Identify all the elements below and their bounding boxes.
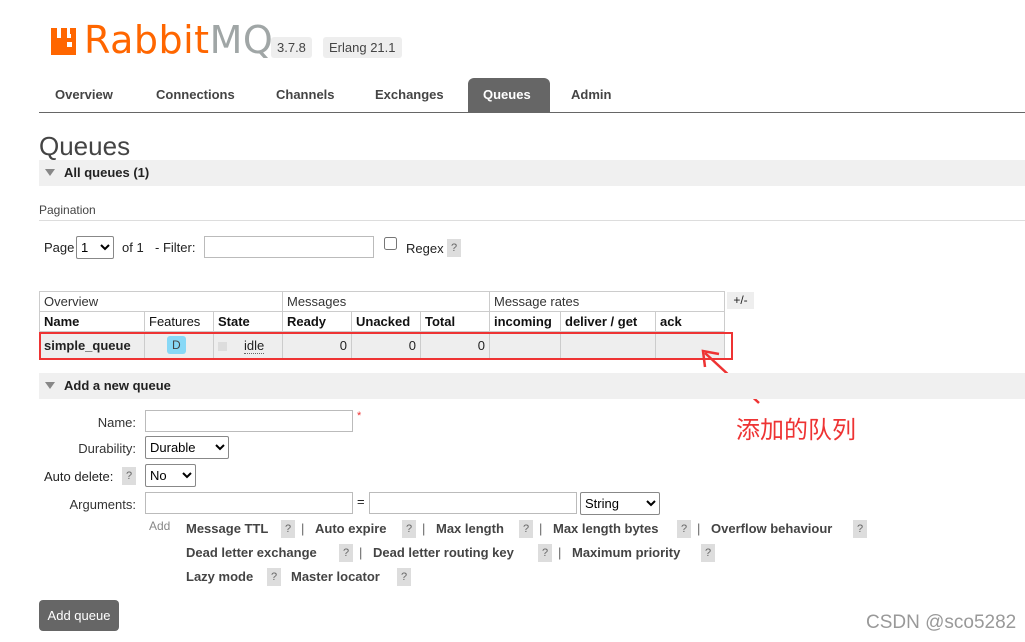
arg-lazy-mode-help-icon[interactable]: ?	[267, 568, 281, 586]
pagination-label: Pagination	[39, 203, 96, 217]
queue-name-input[interactable]	[145, 410, 353, 432]
durability-label: Durability:	[78, 441, 136, 456]
arg-lazy-mode[interactable]: Lazy mode	[186, 569, 253, 584]
version-badge: 3.7.8	[271, 37, 312, 58]
col-ready[interactable]: Ready	[282, 311, 352, 332]
separator: |	[422, 521, 426, 536]
required-mark: *	[357, 410, 362, 422]
arguments-label: Arguments:	[69, 497, 136, 512]
logo-accent-text: MQ	[209, 18, 274, 62]
tab-exchanges[interactable]: Exchanges	[360, 78, 459, 112]
separator: |	[558, 545, 562, 560]
tab-admin[interactable]: Admin	[556, 78, 626, 112]
regex-label: Regex	[406, 241, 444, 256]
auto-delete-label: Auto delete:	[44, 469, 114, 484]
add-queue-section-header[interactable]: Add a new queue	[39, 373, 1025, 399]
rabbitmq-logo-icon	[51, 28, 76, 55]
regex-checkbox[interactable]	[384, 237, 397, 250]
separator: |	[359, 545, 363, 560]
equals-sign: =	[357, 494, 365, 509]
highlight-box	[39, 332, 733, 360]
arg-message-ttl[interactable]: Message TTL	[186, 521, 268, 536]
col-name[interactable]: Name	[39, 311, 145, 332]
col-unacked[interactable]: Unacked	[351, 311, 421, 332]
arg-auto-expire[interactable]: Auto expire	[315, 521, 387, 536]
all-queues-label: All queues (1)	[64, 165, 150, 180]
collapse-triangle-icon	[45, 169, 55, 176]
arg-max-length-bytes-help-icon[interactable]: ?	[677, 520, 691, 538]
tab-overview[interactable]: Overview	[40, 78, 128, 112]
page-label: Page	[44, 240, 75, 255]
page-select[interactable]: 1	[76, 236, 114, 259]
group-messages: Messages	[282, 291, 490, 312]
arg-dead-letter-exchange[interactable]: Dead letter exchange	[186, 545, 317, 560]
tab-queues[interactable]: Queues	[468, 78, 550, 112]
arg-dead-letter-routing-key-help-icon[interactable]: ?	[538, 544, 552, 562]
arg-master-locator[interactable]: Master locator	[291, 569, 380, 584]
tab-connections[interactable]: Connections	[141, 78, 250, 112]
erlang-badge: Erlang 21.1	[323, 37, 402, 58]
page-of-label: of 1	[122, 240, 144, 255]
regex-help-icon[interactable]: ?	[447, 239, 461, 257]
col-deliver-get[interactable]: deliver / get	[560, 311, 656, 332]
arg-master-locator-help-icon[interactable]: ?	[397, 568, 411, 586]
separator: |	[697, 521, 701, 536]
argument-key-input[interactable]	[145, 492, 353, 514]
col-features[interactable]: Features	[144, 311, 214, 332]
add-queue-button[interactable]: Add queue	[39, 600, 119, 631]
arg-max-length-bytes[interactable]: Max length bytes	[553, 521, 658, 536]
group-overview: Overview	[39, 291, 283, 312]
collapse-triangle-icon	[45, 382, 55, 389]
arg-dead-letter-exchange-help-icon[interactable]: ?	[339, 544, 353, 562]
auto-delete-help-icon[interactable]: ?	[122, 467, 136, 485]
filter-input[interactable]	[204, 236, 374, 258]
arg-message-ttl-help-icon[interactable]: ?	[281, 520, 295, 538]
annotation-text: 添加的队列	[736, 417, 856, 444]
watermark: CSDN @sco5282	[866, 612, 1017, 633]
logo-main-text: Rabbit	[84, 18, 210, 62]
add-label: Add	[149, 519, 171, 533]
add-queue-section-label: Add a new queue	[64, 378, 171, 393]
name-label: Name:	[97, 415, 136, 430]
argument-type-select[interactable]: String	[580, 492, 660, 515]
page-title: Queues	[39, 131, 131, 161]
col-total[interactable]: Total	[420, 311, 490, 332]
rabbitmq-logo: RabbitMQ TM	[50, 20, 285, 60]
arg-maximum-priority[interactable]: Maximum priority	[572, 545, 680, 560]
separator: |	[539, 521, 543, 536]
separator: |	[301, 521, 305, 536]
filter-label: - Filter:	[155, 240, 196, 255]
argument-value-input[interactable]	[369, 492, 577, 514]
arg-dead-letter-routing-key[interactable]: Dead letter routing key	[373, 545, 514, 560]
divider	[39, 220, 1025, 221]
arg-max-length[interactable]: Max length	[436, 521, 504, 536]
arg-auto-expire-help-icon[interactable]: ?	[402, 520, 416, 538]
group-message-rates: Message rates	[489, 291, 725, 312]
arg-max-length-help-icon[interactable]: ?	[519, 520, 533, 538]
all-queues-section-header[interactable]: All queues (1)	[39, 160, 1025, 186]
durability-select[interactable]: Durable	[145, 436, 229, 459]
col-incoming[interactable]: incoming	[489, 311, 561, 332]
arg-maximum-priority-help-icon[interactable]: ?	[701, 544, 715, 562]
main-nav-tabs: Overview Connections Channels Exchanges …	[39, 78, 1025, 113]
col-ack[interactable]: ack	[655, 311, 725, 332]
logo-wordmark: RabbitMQ	[84, 21, 273, 59]
arg-overflow-behaviour-help-icon[interactable]: ?	[853, 520, 867, 538]
col-state[interactable]: State	[213, 311, 283, 332]
column-toggle-button[interactable]: +/-	[727, 292, 754, 309]
tab-channels[interactable]: Channels	[261, 78, 350, 112]
arg-overflow-behaviour[interactable]: Overflow behaviour	[711, 521, 832, 536]
auto-delete-select[interactable]: No	[145, 464, 196, 487]
